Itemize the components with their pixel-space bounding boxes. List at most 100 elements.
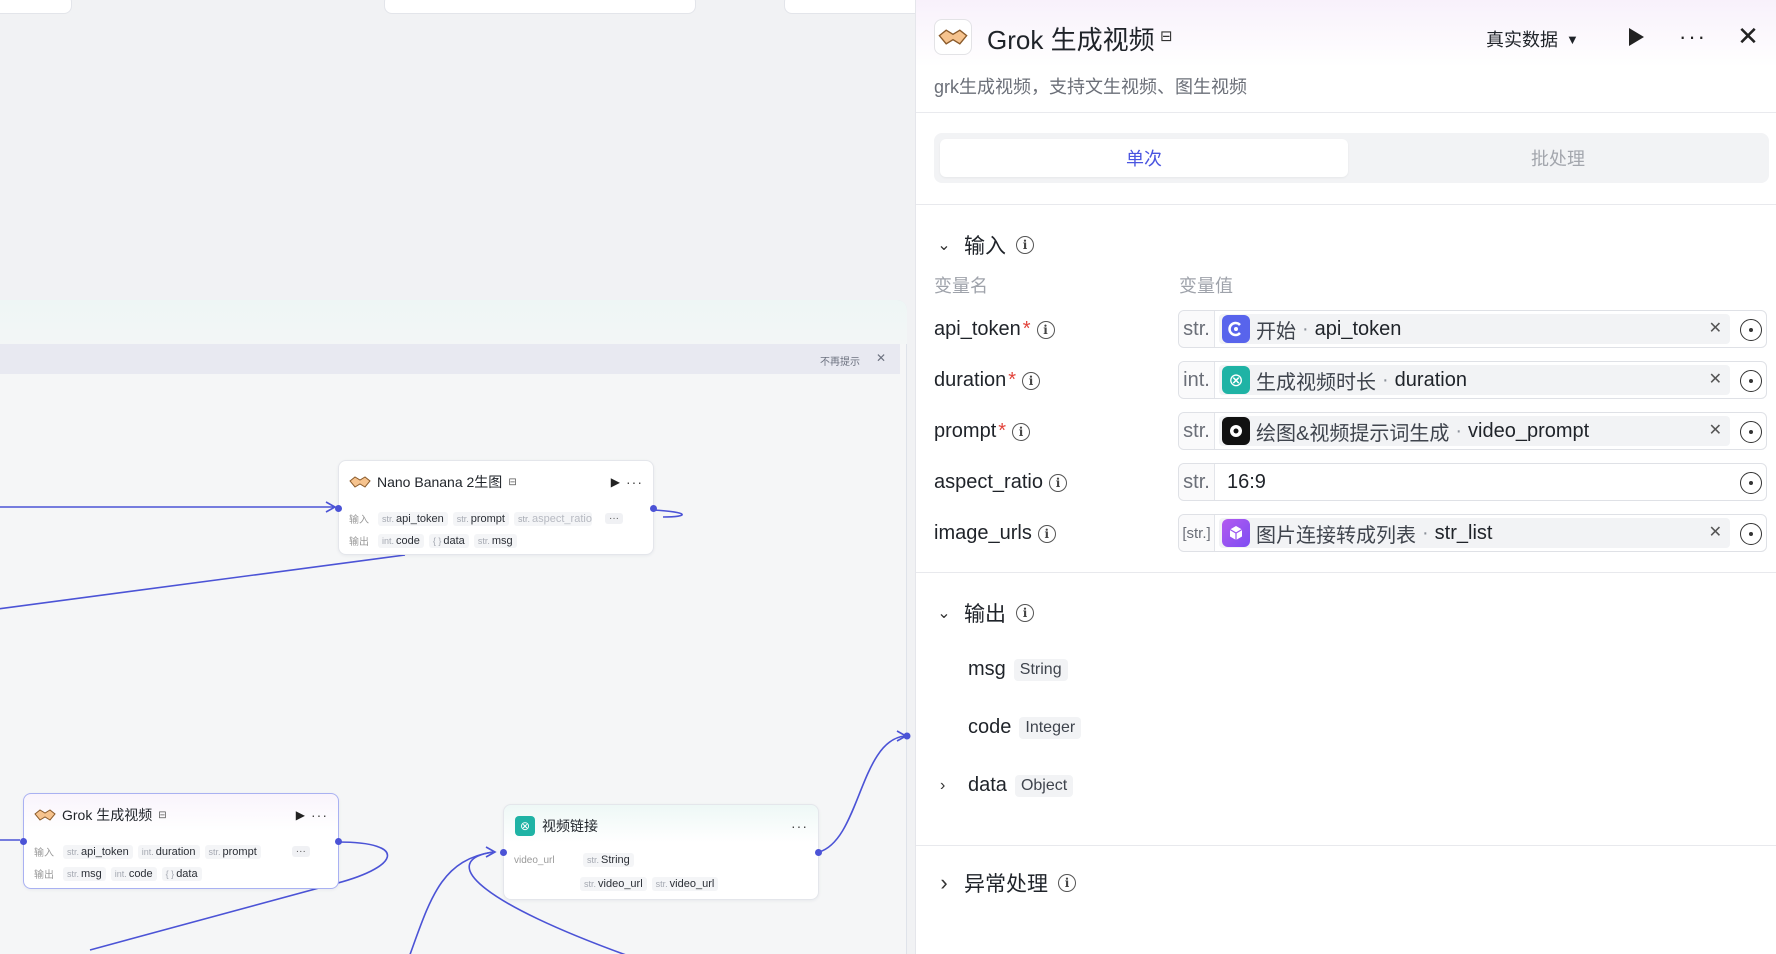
- output-name: code: [968, 716, 1012, 738]
- video-ref-row: str. video_url str. video_url: [580, 877, 719, 891]
- handshake-icon: [34, 805, 56, 825]
- edge: [818, 735, 906, 853]
- caret-down-icon: ▼: [1566, 31, 1579, 47]
- panel-title[interactable]: Grok 生成视频: [987, 20, 1155, 57]
- edge: [652, 509, 683, 518]
- more-icon[interactable]: ···: [791, 818, 808, 834]
- input-section-header[interactable]: ⌄ 输入 i: [934, 230, 1034, 260]
- output-row: msg String: [968, 658, 1068, 681]
- output-port[interactable]: [650, 505, 657, 512]
- video-url-row: video_url str. String: [514, 853, 634, 867]
- info-icon[interactable]: i: [1037, 524, 1056, 543]
- run-node-button[interactable]: ▶: [296, 808, 305, 822]
- output-section-header[interactable]: ⌄ 输出 i: [934, 598, 1034, 628]
- variable-picker-icon[interactable]: [1740, 472, 1762, 494]
- col-variable-value: 变量值: [1179, 276, 1233, 296]
- divider: [916, 845, 1776, 846]
- handshake-icon: [349, 472, 371, 492]
- reference-pill[interactable]: 开始 · api_token ✕: [1219, 314, 1730, 344]
- node-header: Nano Banana 2生图 ⊟ ▶ ···: [349, 471, 643, 493]
- input-port[interactable]: [335, 505, 342, 512]
- clear-icon[interactable]: ✕: [1709, 522, 1722, 542]
- run-button[interactable]: [1621, 22, 1651, 52]
- input-chip: str. prompt: [204, 844, 261, 859]
- chevron-down-icon[interactable]: ⌄: [934, 603, 954, 623]
- info-icon[interactable]: i: [1048, 473, 1067, 492]
- tab-batch[interactable]: 批处理: [1354, 139, 1762, 177]
- error-section-header[interactable]: › 异常处理 i: [934, 868, 1076, 898]
- variable-name: duration * i: [934, 369, 1041, 392]
- input-row-prompt: prompt * i str. 绘图&视频提示词生成 · video_prompt…: [916, 412, 1776, 452]
- input-port[interactable]: [20, 838, 27, 845]
- reference-pill[interactable]: 图片连接转成列表 · str_list ✕: [1219, 518, 1730, 548]
- handshake-icon: [934, 19, 972, 55]
- clear-icon[interactable]: ✕: [1709, 369, 1722, 389]
- input-section-title: 输入: [964, 235, 1006, 258]
- lock-icon: ⊟: [1160, 28, 1173, 45]
- clear-icon[interactable]: ✕: [1709, 318, 1722, 338]
- chevron-right-icon[interactable]: ›: [934, 870, 954, 896]
- panel-description[interactable]: grk生成视频，支持文生视频、图生视频: [934, 73, 1247, 99]
- run-node-button[interactable]: ▶: [611, 475, 620, 489]
- variable-value-field[interactable]: int. ⊗ 生成视频时长 · duration ✕: [1178, 361, 1767, 399]
- more-icon[interactable]: ···: [311, 807, 328, 823]
- type-chip: str. String: [583, 853, 634, 867]
- output-type-badge: Integer: [1019, 716, 1082, 739]
- workflow-canvas[interactable]: 不再提示 ✕ Nano Banana 2生图 ⊟ ▶ ··· 输入 str. a…: [0, 0, 915, 954]
- input-row-image-urls: image_urls i [str.] 图片连接转成列表 · str_list …: [916, 514, 1776, 554]
- node-video-link[interactable]: ⊗ 视频链接 ··· video_url str. String str. vide…: [500, 804, 822, 900]
- more-icon[interactable]: ···: [1678, 22, 1708, 52]
- output-chip: int. code: [110, 866, 157, 881]
- info-icon[interactable]: i: [1016, 604, 1034, 622]
- variable-name: prompt * i: [934, 420, 1031, 443]
- chevron-down-icon[interactable]: ⌄: [934, 235, 954, 255]
- play-icon: [1629, 28, 1644, 46]
- node-inputs-row: 输入 str. api_token str. prompt str. aspect_r…: [349, 511, 623, 526]
- info-icon[interactable]: i: [1012, 422, 1031, 441]
- tab-single[interactable]: 单次: [940, 139, 1348, 177]
- variable-value-field[interactable]: str. 绘图&视频提示词生成 · video_prompt ✕: [1178, 412, 1767, 450]
- info-icon[interactable]: i: [1016, 236, 1034, 254]
- inputs-label: 输入: [34, 848, 54, 859]
- reference-pill[interactable]: ⊗ 生成视频时长 · duration ✕: [1219, 365, 1730, 395]
- link-icon: ⊗: [1222, 366, 1250, 394]
- output-type-badge: String: [1013, 658, 1068, 681]
- input-chip: str. api_token: [63, 844, 133, 859]
- variable-value-field[interactable]: [str.] 图片连接转成列表 · str_list ✕: [1178, 514, 1767, 552]
- info-icon[interactable]: i: [1058, 874, 1076, 892]
- output-row[interactable]: › data Object: [940, 774, 1074, 797]
- variable-picker-icon[interactable]: [1740, 523, 1762, 545]
- output-port[interactable]: [815, 849, 822, 856]
- cube-icon: [1222, 519, 1250, 547]
- variable-picker-icon[interactable]: [1740, 370, 1762, 392]
- node-outputs-row: 输出 str. msg int. code { } data: [34, 866, 202, 881]
- variable-value-field[interactable]: str. 16:9: [1178, 463, 1767, 501]
- variable-picker-icon[interactable]: [1740, 319, 1762, 341]
- node-settings-panel: Grok 生成视频 ⊟ grk生成视频，支持文生视频、图生视频 真实数据 ▼ ·…: [915, 0, 1776, 954]
- info-icon[interactable]: i: [1036, 320, 1055, 339]
- data-mode-select[interactable]: 真实数据 ▼: [1486, 26, 1579, 52]
- variable-value-text[interactable]: 16:9: [1227, 471, 1266, 494]
- variable-picker-icon[interactable]: [1740, 421, 1762, 443]
- variable-name: api_token * i: [934, 318, 1055, 341]
- node-grok-video[interactable]: Grok 生成视频 ⊟ ▶ ··· 输入 str. api_token int. d…: [20, 793, 342, 889]
- more-inputs-button[interactable]: ···: [605, 513, 623, 524]
- chevron-right-icon[interactable]: ›: [940, 777, 945, 795]
- variable-value-field[interactable]: str. 开始 · api_token ✕: [1178, 310, 1767, 348]
- input-port[interactable]: [500, 849, 507, 856]
- node-title: 视频链接: [542, 818, 598, 834]
- llm-icon: [1222, 417, 1250, 445]
- more-icon[interactable]: ···: [626, 474, 643, 490]
- input-chip: int. duration: [137, 844, 200, 859]
- reference-pill[interactable]: 绘图&视频提示词生成 · video_prompt ✕: [1219, 416, 1730, 446]
- output-row: code Integer: [968, 716, 1082, 739]
- edge: [0, 554, 406, 610]
- start-icon: [1222, 315, 1250, 343]
- node-nano-banana[interactable]: Nano Banana 2生图 ⊟ ▶ ··· 输入 str. api_token…: [335, 460, 657, 555]
- info-icon[interactable]: i: [1022, 371, 1041, 390]
- mode-tabs: 单次 批处理: [934, 133, 1769, 183]
- output-port[interactable]: [335, 838, 342, 845]
- more-inputs-button[interactable]: ···: [291, 846, 310, 857]
- clear-icon[interactable]: ✕: [1709, 420, 1722, 440]
- close-icon[interactable]: ✕: [1733, 20, 1763, 52]
